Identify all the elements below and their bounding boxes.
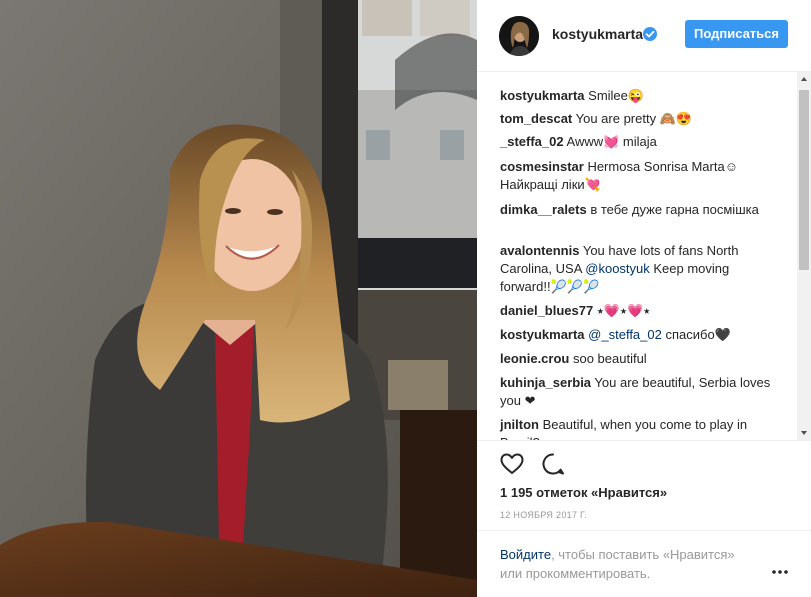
comment-author[interactable]: kostyukmarta bbox=[500, 327, 585, 342]
more-options-icon[interactable] bbox=[770, 565, 790, 575]
follow-button[interactable]: Подписаться bbox=[685, 20, 788, 48]
comment-author[interactable]: avalontennis bbox=[500, 243, 579, 258]
comments-scrollbar[interactable] bbox=[797, 72, 811, 440]
comment-item: jnilton Beautiful, when you come to play… bbox=[500, 416, 775, 440]
post-date: 12 НОЯБРЯ 2017 Г. bbox=[500, 510, 587, 520]
post-username[interactable]: kostyukmarta bbox=[552, 26, 643, 42]
comment-mention[interactable]: @_steffa_02 bbox=[588, 327, 662, 342]
comment-author[interactable]: jnilton bbox=[500, 417, 539, 432]
comment-item: cosmesinstar Hermosa Sonrisa Marta☺ Найк… bbox=[500, 158, 775, 194]
post-footer: Войдите, чтобы поставить «Нравится» или … bbox=[477, 530, 811, 597]
comment-author[interactable]: kuhinja_serbia bbox=[500, 375, 591, 390]
comment-item: avalontennis You have lots of fans North… bbox=[500, 242, 775, 296]
comment-text: You are pretty 🙈😍 bbox=[572, 111, 693, 126]
verified-badge-icon bbox=[643, 27, 657, 41]
comment-mention[interactable]: @koostyuk bbox=[585, 261, 650, 276]
avatar[interactable] bbox=[499, 16, 539, 56]
comment-item: _steffa_02 Awww💓 milaja bbox=[500, 133, 775, 151]
post-header: kostyukmarta Подписаться bbox=[477, 0, 811, 72]
comment-author[interactable]: kostyukmarta bbox=[500, 88, 585, 103]
comment-author[interactable]: cosmesinstar bbox=[500, 159, 584, 174]
comment-text: soo beautiful bbox=[569, 351, 647, 366]
comment-item: tom_descat You are pretty 🙈😍 bbox=[500, 110, 775, 128]
comments-list[interactable]: kostyukmarta Smilee😜 tom_descat You are … bbox=[477, 72, 797, 440]
comment-author[interactable]: _steffa_02 bbox=[500, 134, 564, 149]
avatar-image bbox=[499, 16, 539, 56]
login-link[interactable]: Войдите bbox=[500, 547, 551, 562]
comment-text: Smilee😜 bbox=[584, 88, 645, 103]
photo-illustration bbox=[0, 0, 477, 597]
comment-item: kostyukmarta @_steffa_02 спасибо🖤 bbox=[500, 326, 775, 344]
scroll-down-arrow-icon[interactable] bbox=[797, 426, 811, 440]
likes-count[interactable]: 1 195 отметок «Нравится» bbox=[500, 485, 667, 500]
post-side-panel: kostyukmarta Подписаться kostyukmarta Sm… bbox=[477, 0, 811, 597]
comment-item: kuhinja_serbia You are beautiful, Serbia… bbox=[500, 374, 775, 410]
comment-author[interactable]: tom_descat bbox=[500, 111, 572, 126]
comment-item: kostyukmarta Smilee😜 bbox=[500, 87, 775, 105]
comment-author[interactable]: dimka__ralets bbox=[500, 202, 587, 217]
heart-icon[interactable] bbox=[499, 451, 525, 477]
comment-bubble-icon[interactable] bbox=[540, 451, 566, 477]
scrollbar-thumb[interactable] bbox=[799, 90, 809, 270]
scroll-up-arrow-icon[interactable] bbox=[797, 72, 811, 86]
comment-text: спасибо🖤 bbox=[661, 327, 731, 342]
comment-text: в тебе дуже гарна посмішка bbox=[586, 202, 759, 217]
comment-author[interactable]: daniel_blues77 bbox=[500, 303, 593, 318]
comment-text: Awww💓 milaja bbox=[563, 134, 657, 149]
comment-author[interactable]: leonie.crou bbox=[500, 351, 569, 366]
comment-item: dimka__ralets в тебе дуже гарна посмішка bbox=[500, 201, 775, 219]
instagram-post-view: kostyukmarta Подписаться kostyukmarta Sm… bbox=[0, 0, 811, 597]
comment-text: ⭑💗⭑💗⭑ bbox=[593, 303, 651, 318]
login-prompt: Войдите, чтобы поставить «Нравится» или … bbox=[500, 545, 760, 583]
post-photo[interactable] bbox=[0, 0, 477, 597]
comment-item: leonie.crou soo beautiful bbox=[500, 350, 775, 368]
comment-item: daniel_blues77 ⭑💗⭑💗⭑ bbox=[500, 302, 775, 320]
